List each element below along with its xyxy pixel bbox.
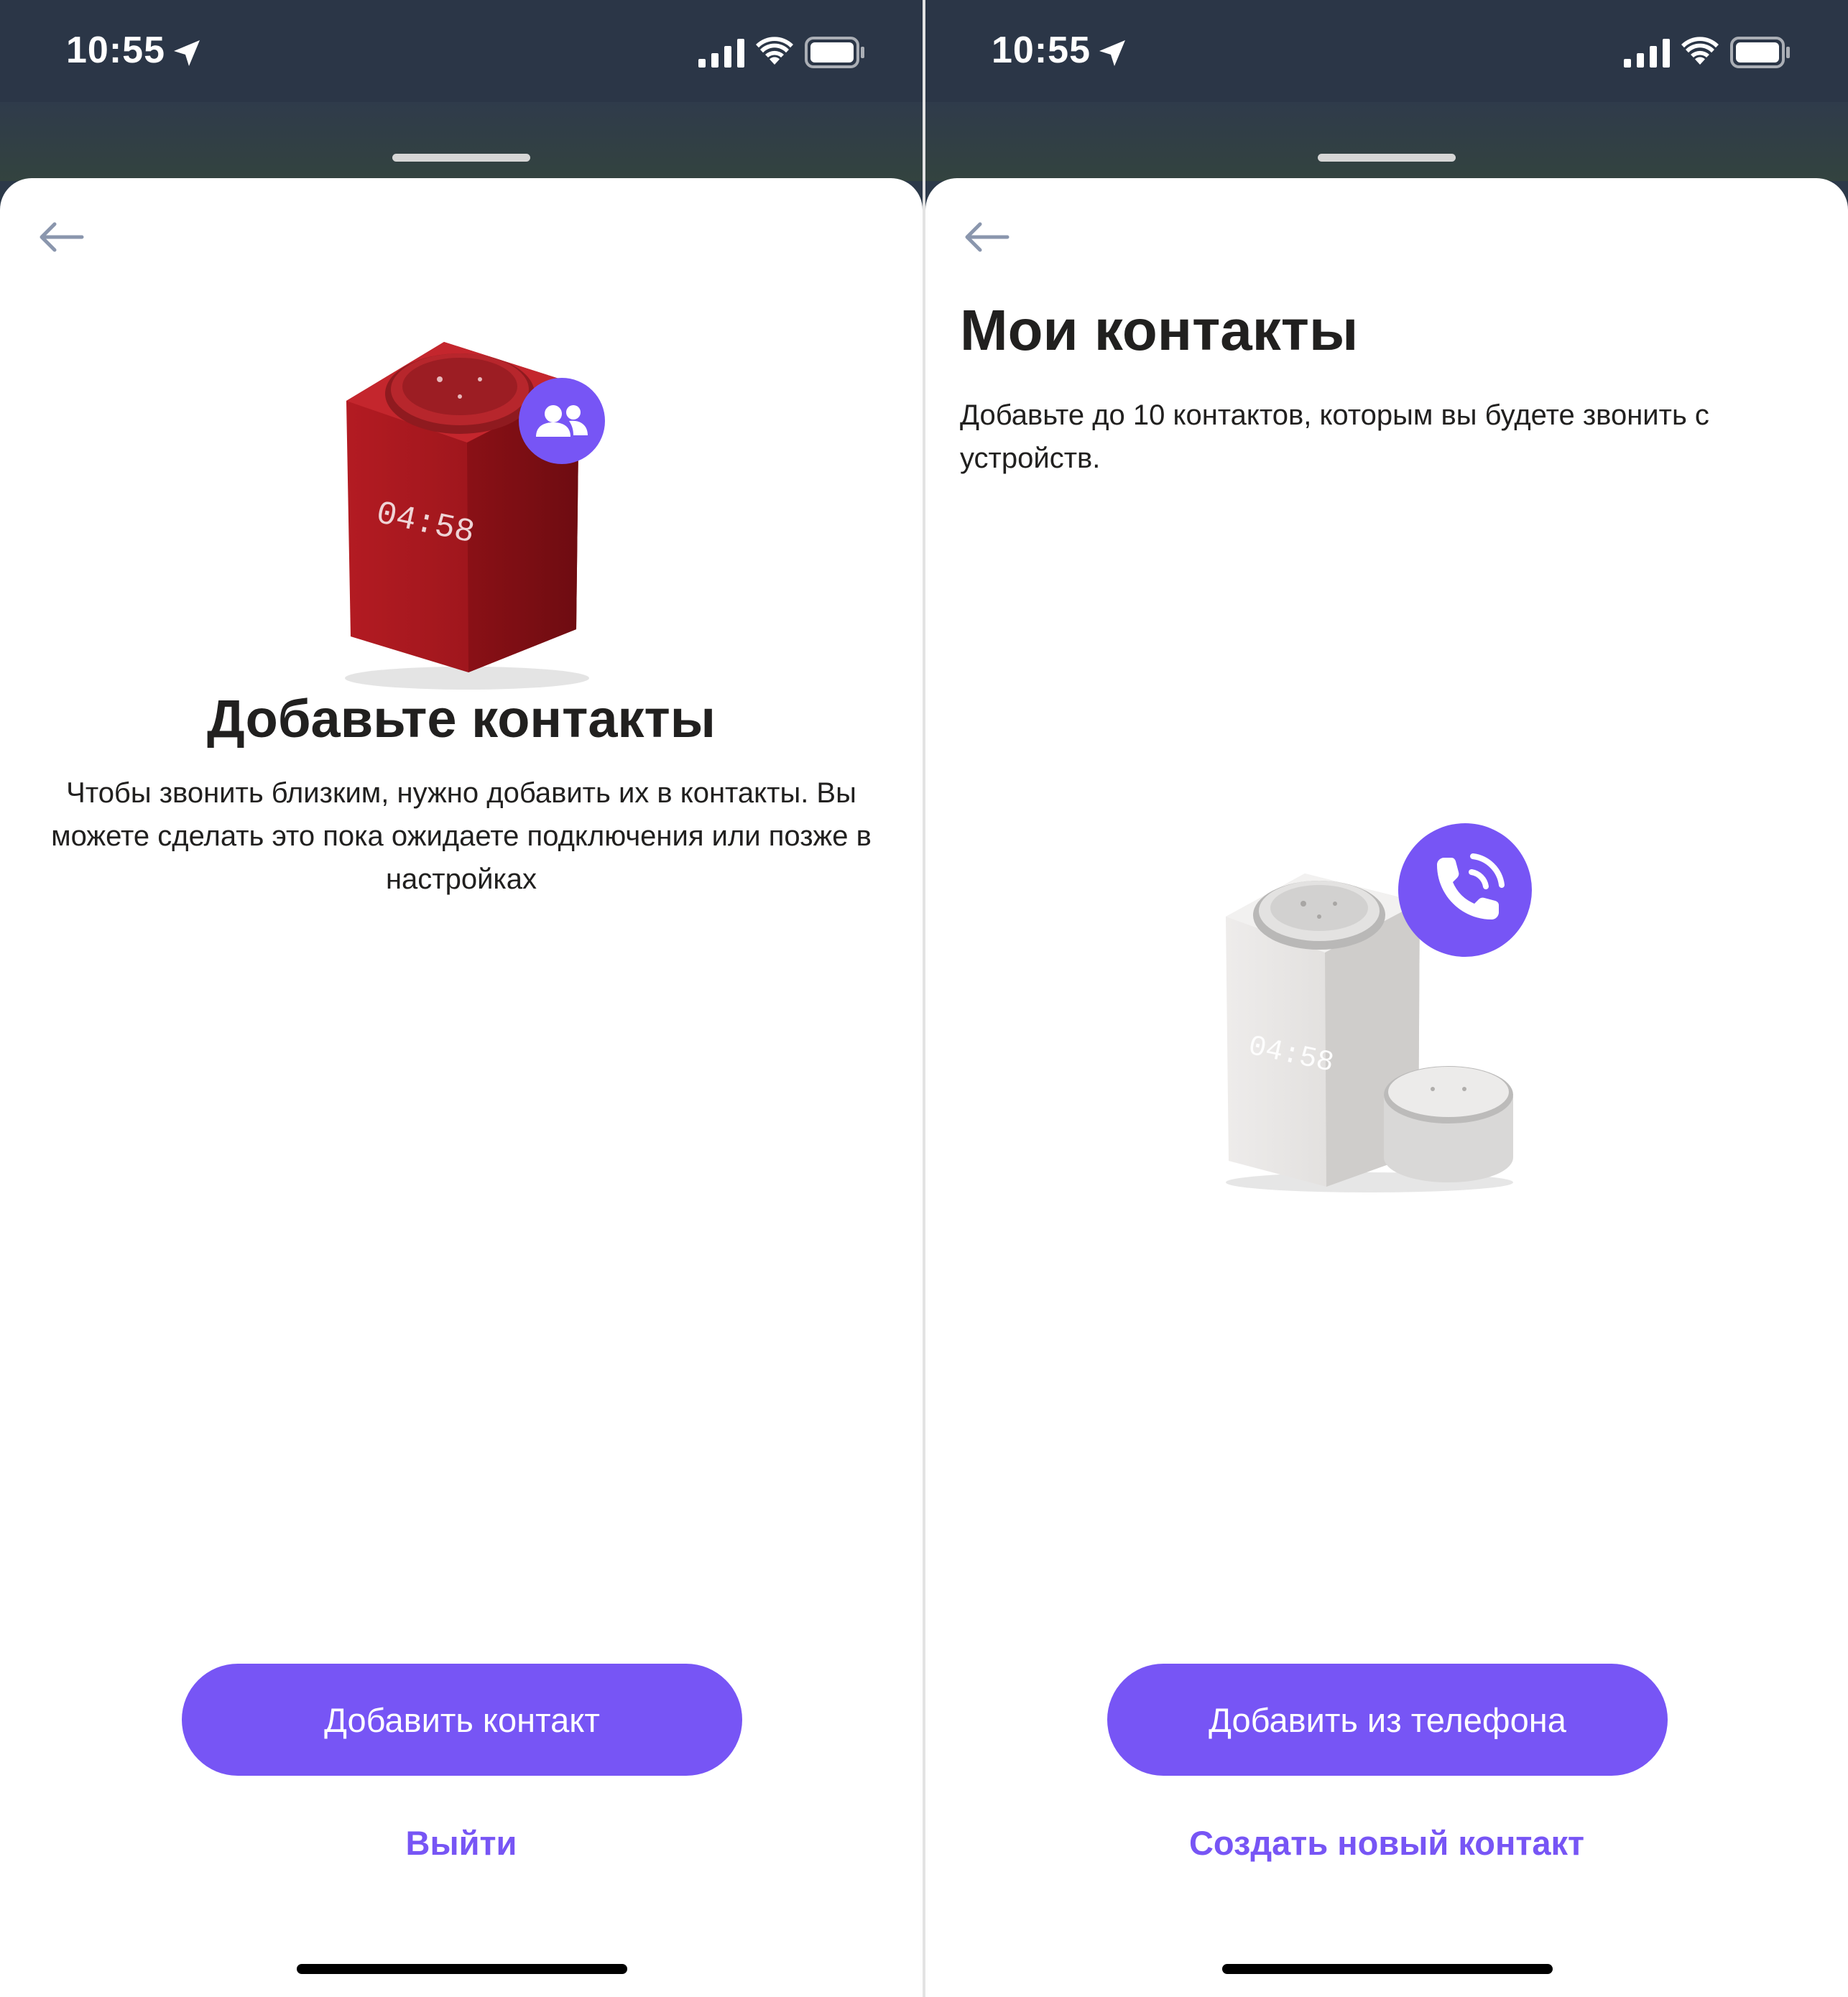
exit-button[interactable]: Выйти xyxy=(0,1823,923,1863)
wifi-icon xyxy=(756,37,793,65)
location-arrow-icon xyxy=(174,40,200,66)
sheet-drag-handle[interactable] xyxy=(392,154,530,162)
status-bar: 10:55 xyxy=(0,0,923,102)
back-arrow-icon[interactable] xyxy=(34,216,86,259)
background-app-strip xyxy=(0,102,923,299)
battery-icon xyxy=(805,37,864,68)
page-title: Добавьте контакты xyxy=(207,689,716,749)
battery-icon xyxy=(1730,37,1790,68)
add-contact-button[interactable]: Добавить контакт xyxy=(182,1664,742,1776)
sheet-drag-handle[interactable] xyxy=(1318,154,1456,162)
status-time: 10:55 xyxy=(66,29,165,71)
page-title: Мои контакты xyxy=(960,298,1359,362)
page-description: Чтобы звонить близким, нужно добавить их… xyxy=(51,777,872,895)
create-new-contact-button[interactable]: Создать новый контакт xyxy=(925,1823,1848,1863)
add-from-phone-button[interactable]: Добавить из телефона xyxy=(1107,1664,1668,1776)
contacts-badge-icon xyxy=(519,378,605,464)
status-bar: 10:55 xyxy=(925,0,1848,102)
location-arrow-icon xyxy=(1099,40,1125,66)
wifi-icon xyxy=(1681,37,1719,65)
phone-call-badge-icon xyxy=(1398,823,1532,957)
page-description: Добавьте до 10 контактов, которым вы буд… xyxy=(960,399,1709,474)
background-app-strip xyxy=(925,102,1848,299)
phone-screen-left: 10:55 04:58 Добавьте контакты Чтобы звон… xyxy=(0,0,923,1997)
back-arrow-icon[interactable] xyxy=(960,216,1012,259)
phone-screen-right: 10:55 Мои контакты Добавьте до 10 контак… xyxy=(925,0,1848,1997)
home-indicator[interactable] xyxy=(1222,1964,1553,1974)
status-time: 10:55 xyxy=(992,29,1091,71)
home-indicator[interactable] xyxy=(297,1964,627,1974)
cellular-signal-icon xyxy=(1624,39,1670,68)
cellular-signal-icon xyxy=(698,39,744,68)
